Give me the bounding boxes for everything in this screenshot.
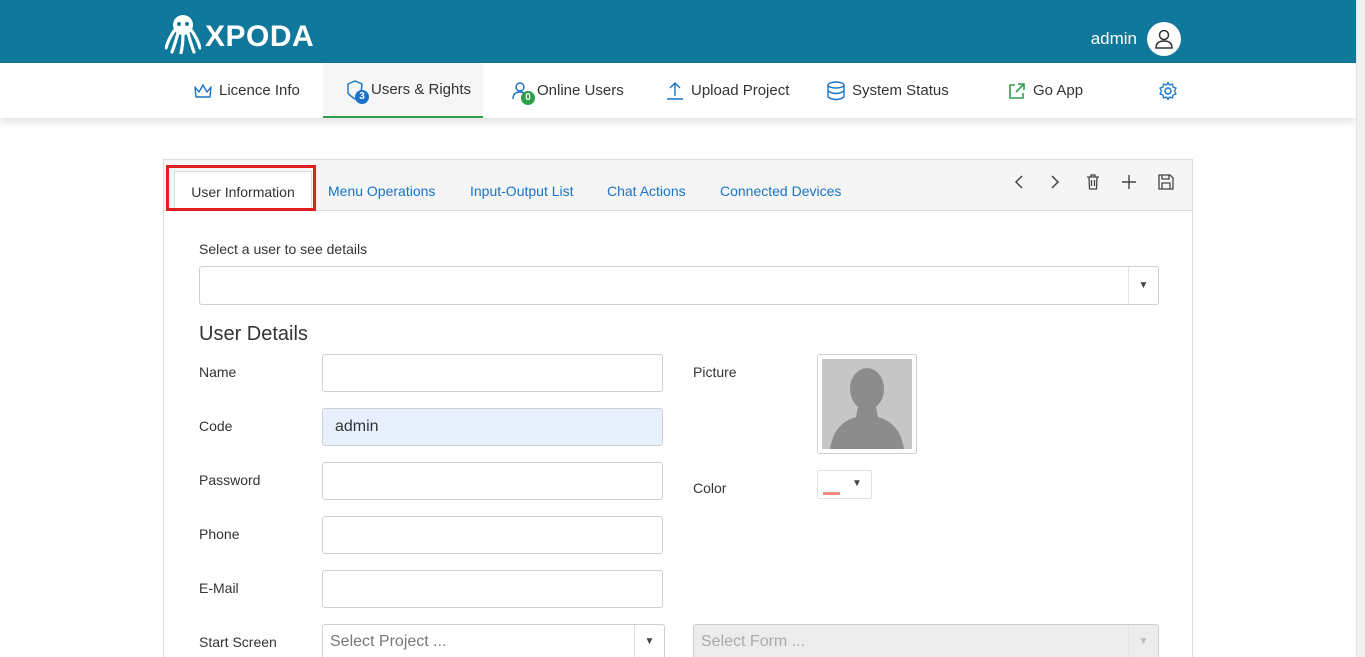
select-user-label: Select a user to see details [199,241,368,257]
caret-down-icon: ▼ [634,625,664,657]
phone-input[interactable] [322,516,663,554]
user-panel: User Information Menu Operations Input-O… [163,159,1193,657]
upload-icon [665,81,685,101]
top-header: XPODA admin [0,0,1356,63]
user-avatar-icon[interactable] [1147,22,1181,56]
name-input[interactable] [322,354,663,392]
database-icon [826,80,846,101]
external-link-icon [1007,81,1027,101]
color-label: Color [693,480,727,496]
avatar-placeholder-icon [822,359,912,449]
nav-upload-project[interactable]: Upload Project [665,63,789,118]
start-screen-label: Start Screen [199,634,277,650]
chevron-right-icon [1049,174,1061,195]
password-input[interactable] [322,462,663,500]
online-badge: 0 [521,90,535,105]
nav-settings[interactable] [1158,63,1184,118]
password-label: Password [199,472,261,488]
nav-label: Users & Rights [371,81,472,98]
tab-user-information[interactable]: User Information [174,171,312,212]
section-title: User Details [199,323,308,345]
email-label: E-Mail [199,580,239,596]
plus-icon [1121,174,1137,195]
user-picture[interactable] [817,354,917,454]
tab-connected-devices[interactable]: Connected Devices [720,182,841,200]
tab-chat-actions[interactable]: Chat Actions [607,182,686,200]
nav-label: Go App [1033,82,1084,99]
add-button[interactable] [1118,173,1140,195]
form-select[interactable]: Select Form ... ▼ [693,624,1159,657]
project-select[interactable]: Select Project ... ▼ [322,624,665,657]
nav-label: Upload Project [691,82,790,99]
tab-menu-operations[interactable]: Menu Operations [328,182,435,200]
user-select[interactable]: ▼ [199,266,1159,305]
picture-label: Picture [693,364,737,380]
main-nav: Licence Info 3 Users & Rights 0 Online U… [0,63,1356,118]
color-picker[interactable]: ▼ [817,470,872,499]
nav-label: Online Users [537,82,624,99]
nav-label: System Status [852,82,949,99]
code-input[interactable]: admin [322,408,663,446]
nav-users-rights[interactable]: 3 Users & Rights [323,63,483,118]
caret-down-icon: ▼ [1128,625,1158,657]
octopus-logo-icon [164,14,202,59]
code-label: Code [199,418,233,434]
tab-input-output-list[interactable]: Input-Output List [470,182,574,200]
previous-button[interactable] [1008,173,1030,195]
project-select-placeholder: Select Project ... [330,633,447,650]
tab-bar: User Information Menu Operations Input-O… [164,160,1192,212]
nav-go-app[interactable]: Go App [1007,63,1083,118]
user-name: admin [1090,29,1137,48]
crown-icon [193,82,213,100]
name-label: Name [199,364,237,380]
phone-label: Phone [199,526,240,542]
brand-name: XPODA [205,19,315,53]
app-logo[interactable]: XPODA [164,14,315,59]
users-badge: 3 [355,89,369,104]
user-menu[interactable]: admin [1091,22,1181,56]
gear-icon [1158,81,1178,101]
delete-button[interactable] [1082,173,1104,195]
page-scrollbar[interactable] [1356,0,1365,657]
email-input[interactable] [322,570,663,608]
shield-users-icon: 3 [345,79,369,104]
nav-system-status[interactable]: System Status [826,63,949,118]
online-user-icon: 0 [511,81,535,105]
save-button[interactable] [1155,173,1177,195]
chevron-left-icon [1013,174,1025,195]
nav-label: Licence Info [219,82,300,99]
caret-down-icon: ▼ [1128,267,1158,304]
nav-licence-info[interactable]: Licence Info [193,63,300,118]
caret-down-icon: ▼ [852,478,862,489]
trash-icon [1086,173,1100,195]
save-icon [1158,173,1174,195]
next-button[interactable] [1044,173,1066,195]
color-swatch [823,492,840,495]
form-select-placeholder: Select Form ... [701,633,806,650]
nav-online-users[interactable]: 0 Online Users [511,63,624,118]
